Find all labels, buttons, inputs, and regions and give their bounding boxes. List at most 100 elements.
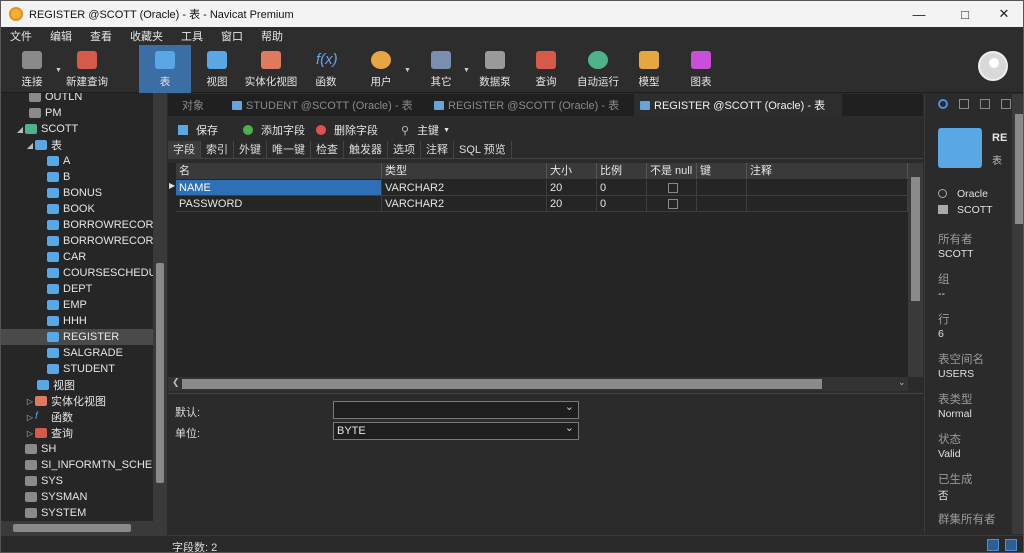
subtab-triggers[interactable]: 触发器 [344,141,388,159]
tree-item-table-borrowrecord[interactable]: BORROWRECORD [47,217,153,233]
tree-item-si-informtn-schema[interactable]: SI_INFORMTN_SCHEMA [25,457,153,473]
scroll-down-icon[interactable]: ⌄ [898,377,906,388]
other-button[interactable]: 其它 [423,45,459,93]
primary-key-button[interactable]: ⚲ 主键 ▼ [396,122,450,138]
default-value-select[interactable] [333,399,579,419]
tree-hscroll-thumb[interactable] [13,524,131,532]
tree-item-table-hhh[interactable]: HHH [47,313,87,329]
tree-item-table-register[interactable]: REGISTER [1,329,153,345]
tab-register-active[interactable]: REGISTER @SCOTT (Oracle) - 表 [634,94,842,116]
automation-button[interactable]: 自动运行 [574,45,622,93]
tree-item-queries[interactable]: ▷ 查询 [25,425,73,441]
tree-item-table-student[interactable]: STUDENT [47,361,115,377]
subtab-foreign-keys[interactable]: 外键 [234,141,267,159]
subtab-unique-keys[interactable]: 唯一键 [267,141,311,159]
layout-toggle-icon[interactable] [1005,539,1017,551]
column-header-type[interactable]: 类型 [382,163,547,179]
field-key-cell[interactable] [697,196,747,212]
tree-item-system[interactable]: SYSTEM [25,505,86,521]
field-not-null-checkbox-cell[interactable] [647,180,697,196]
field-scale-cell[interactable]: 0 [597,180,647,196]
unit-select[interactable]: BYTE [333,420,579,440]
field-key-cell[interactable] [697,180,747,196]
field-not-null-checkbox-cell[interactable] [647,196,697,212]
tree-item-table-bonus[interactable]: BONUS [47,185,102,201]
table-button[interactable]: 表 [139,45,191,93]
tree-item-views[interactable]: 视图 [37,377,75,393]
menu-help[interactable]: 帮助 [252,28,292,44]
other-dropdown-caret[interactable]: ▼ [463,67,470,74]
menu-tools[interactable]: 工具 [172,28,212,44]
column-header-not-null[interactable]: 不是 null [647,163,697,179]
tree-item-table-courseschedule[interactable]: COURSESCHEDULE [47,265,153,281]
info-scroll-thumb[interactable] [1015,114,1023,224]
delete-field-button[interactable]: 删除字段 [311,122,378,138]
field-size-cell[interactable]: 20 [547,196,597,212]
ddl-icon[interactable] [959,99,969,109]
field-size-cell[interactable]: 20 [547,180,597,196]
expand-arrow-icon[interactable]: ◢ [25,141,35,150]
menu-favorites[interactable]: 收藏夹 [121,28,172,44]
new-query-button[interactable]: 新建查询 [63,45,111,93]
function-button[interactable]: f(x) 函数 [308,45,344,93]
connect-button[interactable]: 连接 [15,45,49,93]
add-field-button[interactable]: 添加字段 [238,122,305,138]
materialized-view-button[interactable]: 实体化视图 [242,45,300,93]
tree-vertical-scrollbar[interactable] [153,93,167,521]
expand-arrow-icon[interactable]: ◢ [15,125,25,134]
tree-item-table-b[interactable]: B [47,169,70,185]
subtab-checks[interactable]: 检查 [311,141,344,159]
field-type-cell[interactable]: VARCHAR2 [382,180,547,196]
panel-toggle-icon[interactable] [987,539,999,551]
collapse-arrow-icon[interactable]: ▷ [25,413,35,422]
tree-item-sh[interactable]: SH [25,441,56,457]
tree-item-table-book[interactable]: BOOK [47,201,95,217]
user-button[interactable]: 用户 [363,45,399,93]
model-button[interactable]: 模型 [631,45,667,93]
dependency-icon[interactable] [980,99,990,109]
tree-item-materialized-views[interactable]: ▷ 实体化视图 [25,393,106,409]
subtab-options[interactable]: 选项 [388,141,421,159]
field-type-cell[interactable]: VARCHAR2 [382,196,547,212]
menu-window[interactable]: 窗口 [212,28,252,44]
column-header-name[interactable]: 名 [176,163,382,179]
tree-horizontal-scrollbar[interactable] [1,521,167,535]
minimize-button[interactable]: — [896,1,942,27]
tree-item-table-dept[interactable]: DEPT [47,281,92,297]
field-comment-cell[interactable] [747,196,908,212]
column-header-key[interactable]: 键 [697,163,747,179]
close-button[interactable]: ✕ [981,1,1023,27]
tree-item-outln[interactable]: OUTLN [19,93,82,105]
column-header-scale[interactable]: 比例 [597,163,647,179]
info-vertical-scrollbar[interactable] [1012,94,1023,534]
menu-view[interactable]: 查看 [81,28,121,44]
tree-item-pm[interactable]: PM [19,105,62,121]
tree-item-functions[interactable]: ▷ f 函数 [25,409,73,425]
not-null-checkbox[interactable] [668,199,678,209]
tab-student[interactable]: STUDENT @SCOTT (Oracle) - 表 [226,94,426,116]
menu-edit[interactable]: 编辑 [41,28,81,44]
tree-item-scott[interactable]: ◢ SCOTT [15,121,78,137]
tab-register-1[interactable]: REGISTER @SCOTT (Oracle) - 表 [428,94,633,116]
menu-file[interactable]: 文件 [1,28,41,44]
grid-vertical-scrollbar[interactable] [908,163,923,377]
field-comment-cell[interactable] [747,180,908,196]
column-header-comment[interactable]: 注释 [747,163,908,179]
tree-item-table-emp[interactable]: EMP [47,297,87,313]
grid-hscroll-thumb[interactable] [182,379,822,389]
subtab-sql-preview[interactable]: SQL 预览 [454,141,512,159]
grid-icon[interactable] [1001,99,1011,109]
query-button[interactable]: 查询 [528,45,564,93]
subtab-comment[interactable]: 注释 [421,141,454,159]
tree-scroll-thumb[interactable] [156,263,164,483]
tree-item-sys[interactable]: SYS [25,473,63,489]
field-scale-cell[interactable]: 0 [597,196,647,212]
connect-dropdown-caret[interactable]: ▼ [55,67,62,74]
column-header-size[interactable]: 大小 [547,163,597,179]
tree-item-table-a[interactable]: A [47,153,70,169]
scroll-left-icon[interactable]: ❮ [172,377,180,388]
field-name-cell[interactable]: NAME [176,180,382,196]
tree-item-table-borrowrecord-2[interactable]: BORROWRECORD [47,233,153,249]
view-button[interactable]: 视图 [199,45,235,93]
tree-item-table-car[interactable]: CAR [47,249,86,265]
